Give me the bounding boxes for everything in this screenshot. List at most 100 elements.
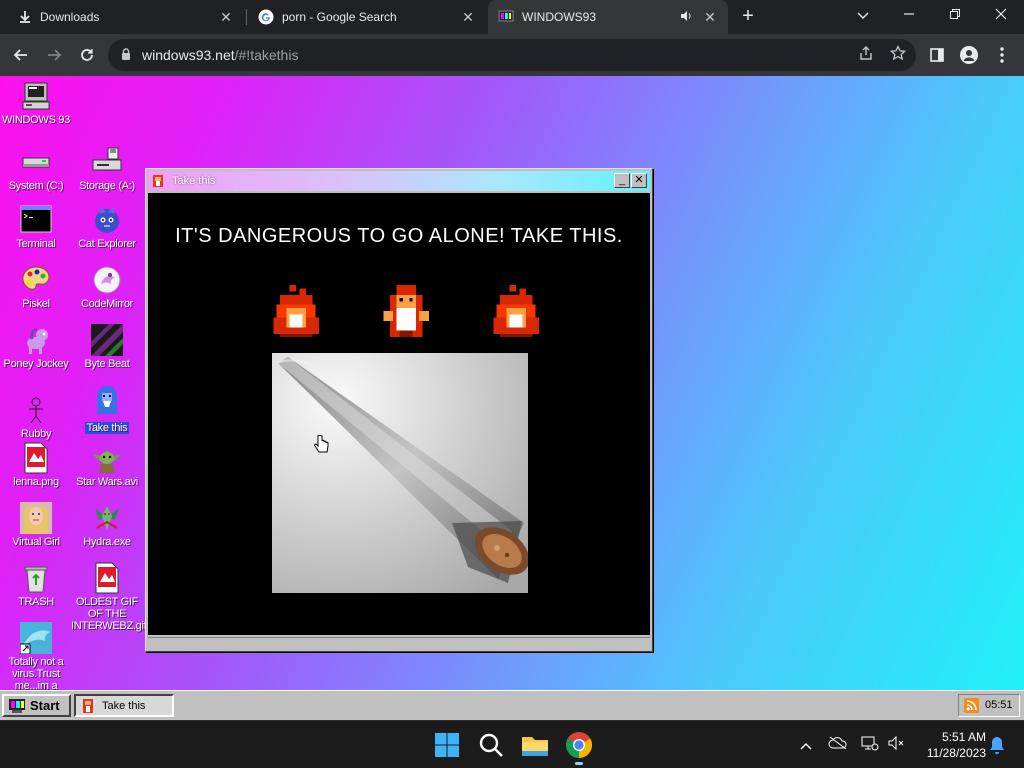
rss-icon[interactable] [964,698,979,713]
lock-icon[interactable] [121,48,131,60]
minimize-button[interactable] [895,4,923,28]
chrome-icon[interactable] [563,729,595,765]
desktop-icon-star-wars[interactable]: Star Wars.avi [71,442,143,488]
speaker-icon[interactable] [680,10,696,25]
address-bar[interactable]: windows93.net/#!takethis [108,39,916,71]
reload-button[interactable] [74,42,100,68]
browser-toolbar: windows93.net/#!takethis [0,34,1024,76]
minimize-icon: _ [618,174,626,186]
search-icon[interactable] [475,729,507,761]
restore-icon [950,9,960,19]
desktop-icon-byte-beat[interactable]: Byte Beat [71,324,143,370]
close-icon[interactable]: ✕ [702,9,718,26]
back-button[interactable] [8,42,34,68]
taskbar-window-label: Take this [102,700,146,712]
notification-bell-icon[interactable] [988,735,1006,755]
clock-date: 11/28/2023 [926,746,986,760]
fire-icon [493,285,539,337]
old-man-icon [91,384,123,416]
desktop-icon-hydra[interactable]: Hydra.exe [71,502,143,548]
window-title: Take this [172,175,216,187]
tab-downloads[interactable]: Downloads ✕ [8,0,244,34]
url-text[interactable]: windows93.net/#!takethis [142,47,298,63]
close-window-button[interactable] [987,4,1015,28]
download-icon [18,10,32,24]
gif-file-icon [91,562,123,594]
onedrive-offline-icon[interactable] [828,735,848,755]
desktop-icon-take-this[interactable]: Take this [71,384,143,436]
desktop-icon-rubby[interactable]: Rubby [0,394,72,440]
image-file-icon [20,442,52,474]
clock-time: 5:51 AM [941,730,986,744]
fire-icon [273,285,319,337]
desktop-icon-label: WINDOWS 93 [2,114,70,126]
windows93-logo-icon [9,699,25,713]
desktop-icon-trash[interactable]: TRASH [0,562,72,608]
system-clock[interactable]: 5:51 AM 11/28/2023 [914,729,986,761]
side-panel-button[interactable] [924,42,950,68]
menu-button[interactable] [989,42,1015,68]
volume-muted-icon[interactable] [886,735,906,755]
window-close-button[interactable]: ✕ [631,173,647,188]
windows93-taskbar: Start Take this 05:51 [0,690,1024,720]
file-explorer-icon[interactable] [519,729,551,761]
desktop-icon-label: Totally not a virus.Trust me...im a [8,656,64,692]
arrow-left-icon [13,49,27,61]
window-minimize-button[interactable]: _ [614,173,630,188]
tab-google-search[interactable]: porn - Google Search ✕ [248,0,486,34]
desktop-icon-virtual-girl[interactable]: Virtual Girl [0,502,72,548]
desktop-icon-lenna[interactable]: lenna.png [0,442,72,488]
windows-taskbar: 5:51 AM 11/28/2023 [0,720,1024,768]
desktop-icon-system-c[interactable]: System (C:) [0,146,72,192]
desktop-icon-piskel[interactable]: Piskel [0,264,72,310]
google-icon [258,9,274,25]
desktop-icon-terminal[interactable]: Terminal [0,204,72,250]
floppy-drive-icon [91,146,123,178]
forward-button[interactable] [41,42,67,68]
tab-search-button[interactable] [849,4,877,28]
desktop-icon-oldest-gif[interactable]: OLDEST GIF OF THE INTERWEBZ.gif [71,562,147,632]
dolphin-shortcut-icon [19,622,52,655]
hand-cursor-icon [314,435,329,453]
hydra-icon [91,502,123,534]
new-tab-button[interactable]: + [738,6,758,28]
browser-tab-strip: Downloads ✕ porn - Google Search ✕ WINDO… [0,0,1024,34]
desktop-icon-storage-a[interactable]: Storage (A:) [71,146,143,192]
tab-windows93[interactable]: WINDOWS93 ✕ [488,0,728,34]
start-button[interactable]: Start [2,694,71,717]
window-statusbar [148,637,650,649]
close-icon: ✕ [634,174,644,186]
desktop-icon-label: OLDEST GIF OF THE INTERWEBZ.gif [71,596,147,632]
old-man-sprite [383,285,429,337]
desktop-icon-label: Terminal [16,238,56,250]
desktop-icon-poney-jockey[interactable]: Poney Jockey [0,324,72,370]
tab-title: porn - Google Search [282,10,397,24]
window-content: IT'S DANGEROUS TO GO ALONE! TAKE THIS. [148,193,650,635]
window-titlebar[interactable]: Take this _ ✕ [148,171,650,191]
side-panel-icon [930,48,944,62]
tab-title: Downloads [40,10,100,24]
old-man-icon [153,175,163,187]
profile-button[interactable] [956,42,982,68]
bookmark-star-icon[interactable] [888,44,908,65]
desktop-icon-windows93[interactable]: WINDOWS 93 [0,80,72,126]
desktop-icon-label: Virtual Girl [12,536,60,548]
share-icon[interactable] [856,45,876,65]
close-icon[interactable]: ✕ [460,9,476,26]
desktop-icon-codemirror[interactable]: CodeMirror [71,264,143,310]
network-icon[interactable] [860,735,880,755]
windows-start-icon[interactable] [431,729,463,761]
desktop-icon-cat-explorer[interactable]: Cat Explorer [71,204,143,250]
close-icon[interactable]: ✕ [218,9,234,26]
terminal-icon [20,204,52,236]
chevron-up-icon[interactable] [796,735,816,755]
close-icon [995,8,1007,20]
desktop-icon-totally-not-a-virus[interactable]: Totally not a virus.Trust me...im a [0,622,72,692]
paint-palette-icon [20,264,52,296]
arrow-right-icon [48,49,62,61]
pony-icon [20,324,52,356]
desktop-icon-label: Storage (A:) [79,180,135,192]
restore-button[interactable] [941,4,969,28]
profile-icon [960,46,978,64]
taskbar-window-take-this[interactable]: Take this [74,694,174,717]
